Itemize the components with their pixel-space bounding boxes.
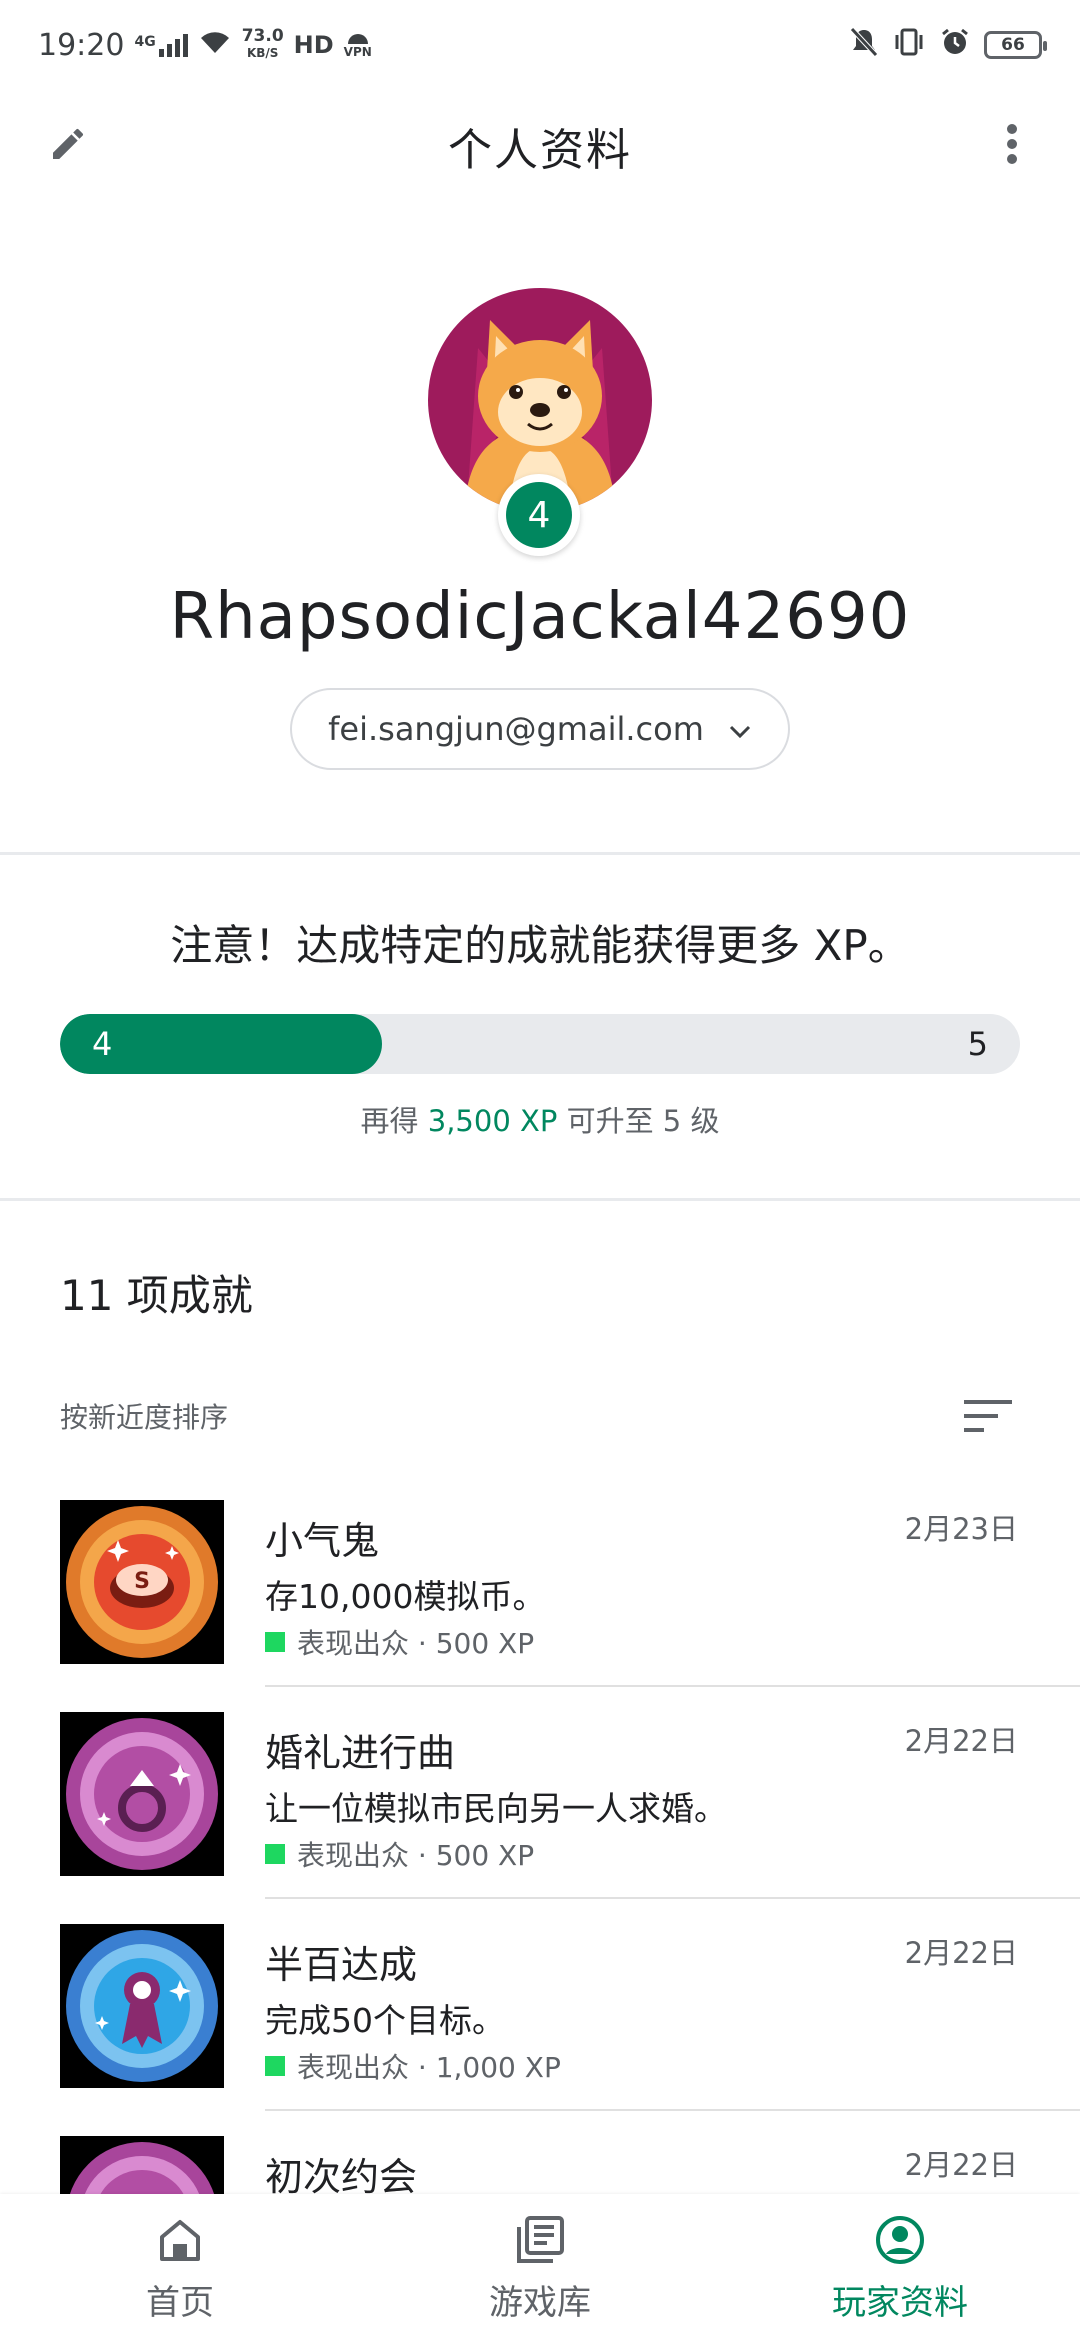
more-options-button[interactable] [974,108,1050,184]
achievement-badge-ring-icon [60,1712,224,1876]
status-bar: 19:20 4G 73.0 KB/S HD VPN 66 [0,0,1080,90]
mute-icon [850,26,878,64]
net-speed: 73.0 KB/S [241,26,284,61]
achievement-meta: 表现出众 · 1,000 XP [265,2046,561,2086]
vibrate-icon [892,27,926,64]
achievement-badge-coins-icon: S [60,1500,224,1664]
achievement-xp: 表现出众 · 1,000 XP [297,2051,561,2084]
progress-current-level: 4 [92,1025,113,1063]
avatar-container[interactable]: 4 [428,288,652,556]
pencil-icon [48,124,88,168]
achievement-badge-ribbon-icon [60,1924,224,2088]
sort-button[interactable] [950,1380,1026,1456]
wifi-icon [198,28,232,63]
achievement-item[interactable]: 婚礼进行曲 2月22日 让一位模拟市民向另一人求婚。 表现出众 · 500 XP [0,1712,1080,1924]
account-switcher[interactable]: fei.sangjun@gmail.com [290,688,790,770]
achievement-meta: 表现出众 · 500 XP [265,1834,534,1874]
account-email: fei.sangjun@gmail.com [328,710,704,748]
status-time: 19:20 [38,27,125,63]
nav-library[interactable]: 游戏库 [360,2194,720,2340]
rarity-square-icon [265,2056,285,2076]
sort-label: 按新近度排序 [60,1401,229,1434]
achievement-description: 存10,000模拟币。 [265,1577,546,1616]
home-icon [151,2211,209,2269]
nav-library-label: 游戏库 [489,2282,591,2323]
achievement-description: 完成50个目标。 [265,2001,505,2040]
battery-icon: 66 [984,31,1047,59]
edit-button[interactable] [30,108,106,184]
level-progress-bar: 4 5 [60,1014,1020,1074]
achievement-title: 小气鬼 [265,1519,380,1563]
achievement-description: 让一位模拟市民向另一人求婚。 [265,1789,727,1828]
divider [0,852,1080,855]
achievement-xp: 表现出众 · 500 XP [297,1627,535,1660]
achievement-xp: 表现出众 · 500 XP [297,1839,535,1872]
divider [265,2109,1080,2111]
alarm-icon [940,27,970,64]
achievement-title: 婚礼进行曲 [265,1731,456,1775]
rarity-square-icon [265,1632,285,1652]
network-type: 4G [134,33,156,50]
achievement-date: 2月22日 [904,1724,1018,1758]
page-title: 个人资料 [448,125,632,176]
achievement-date: 2月23日 [904,1512,1018,1546]
xp-note: 注意！达成特定的成就能获得更多 XP。 [170,921,910,970]
progress-next-level: 5 [967,1025,988,1063]
xp-remaining: 再得 3,500 XP 可升至 5 级 [0,1098,1080,1140]
status-left: 19:20 4G 73.0 KB/S HD VPN [38,28,372,63]
more-vert-icon [1006,123,1018,169]
username: RhapsodicJackal42690 [169,580,911,654]
achievement-item[interactable]: S 小气鬼 2月23日 存10,000模拟币。 表现出众 · 500 XP [0,1500,1080,1712]
hd-label: HD [293,31,334,59]
status-right: 66 [850,26,1047,64]
divider [0,1198,1080,1201]
divider [265,1685,1080,1687]
level-badge: 4 [498,474,580,556]
achievements-heading: 11 项成就 [60,1271,253,1320]
xp-sub-prefix: 再得 [360,1104,419,1138]
library-icon [511,2211,569,2269]
svg-text:S: S [134,1569,150,1594]
achievement-meta: 表现出众 · 500 XP [265,1622,534,1662]
divider [265,1897,1080,1899]
chevron-down-icon [728,710,752,748]
vpn-icon: VPN [344,30,372,61]
rarity-square-icon [265,1844,285,1864]
nav-home-label: 首页 [146,2282,214,2323]
level-number: 4 [506,482,572,548]
bottom-navigation: 首页 游戏库 玩家资料 [0,2194,1080,2340]
nav-profile[interactable]: 玩家资料 [720,2194,1080,2340]
achievement-item[interactable]: 半百达成 2月22日 完成50个目标。 表现出众 · 1,000 XP [0,1924,1080,2136]
nav-home[interactable]: 首页 [0,2194,360,2340]
nav-profile-label: 玩家资料 [832,2282,968,2323]
achievement-title: 初次约会 [265,2155,418,2199]
xp-sub-amount: 3,500 XP [427,1104,558,1138]
achievement-date: 2月22日 [904,2148,1018,2182]
app-bar: 个人资料 [0,90,1080,202]
sort-icon [964,1398,1012,1438]
xp-sub-suffix: 可升至 5 级 [566,1104,720,1138]
account-icon [871,2211,929,2269]
achievement-title: 半百达成 [265,1943,418,1987]
achievement-date: 2月22日 [904,1936,1018,1970]
signal-icon: 4G [134,33,188,57]
